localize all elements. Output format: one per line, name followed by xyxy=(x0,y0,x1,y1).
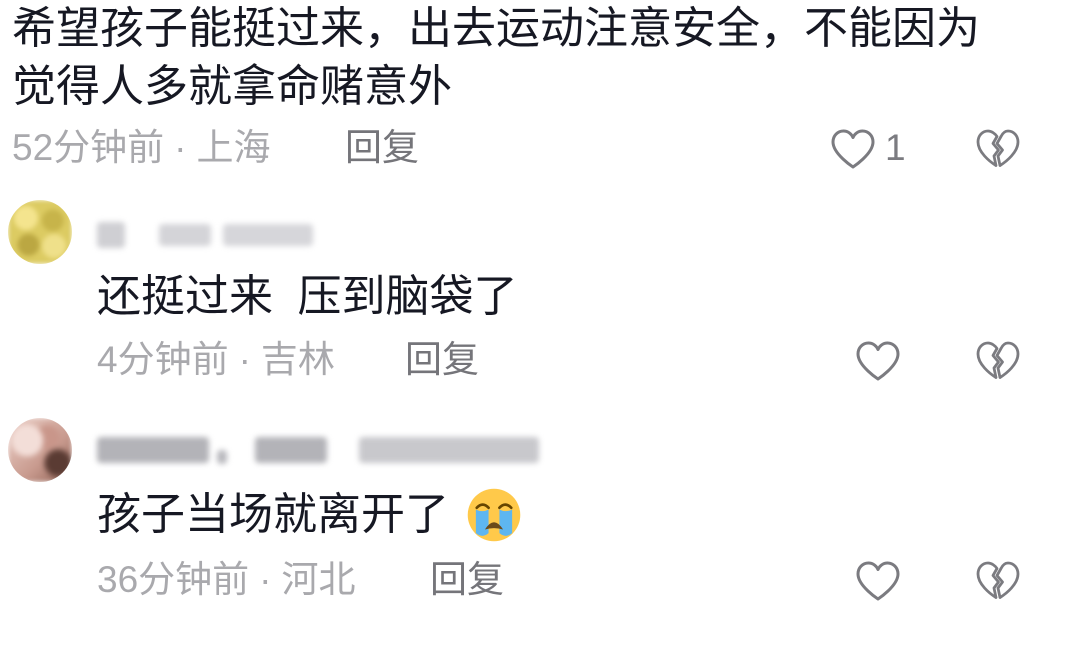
comment-time: 4分钟前 xyxy=(97,339,229,380)
broken-heart-icon xyxy=(976,561,1020,599)
comment-text: 孩子当场就离开了 xyxy=(97,490,449,539)
comment-meta: 36分钟前 · 河北 xyxy=(97,558,355,602)
comment-location: 上海 xyxy=(196,127,271,168)
meta-separator: · xyxy=(174,127,187,168)
reply-button[interactable]: 回复 xyxy=(405,338,479,382)
comment-time: 52分钟前 xyxy=(12,127,165,168)
comment-text: 还挺过来 压到脑袋了 xyxy=(97,272,518,321)
comment-list: 希望孩子能挺过来，出去运动注意安全，不能因为觉得人多就拿命赌意外 52分钟前 ·… xyxy=(0,0,1072,661)
comment-location: 吉林 xyxy=(260,339,335,380)
dislike-button[interactable] xyxy=(974,339,1022,383)
username-blurred[interactable] xyxy=(97,433,539,467)
meta-separator: · xyxy=(259,559,272,600)
comment-location: 河北 xyxy=(281,559,356,600)
comment-meta: 4分钟前 · 吉林 xyxy=(97,338,335,382)
like-button[interactable] xyxy=(854,559,902,603)
heart-outline-icon xyxy=(831,129,875,169)
avatar[interactable] xyxy=(8,200,72,264)
heart-outline-icon xyxy=(856,561,900,601)
like-count: 1 xyxy=(885,127,906,168)
username-blurred[interactable] xyxy=(97,218,313,252)
like-button[interactable] xyxy=(829,127,877,171)
meta-separator: · xyxy=(238,339,251,380)
username-blur-block xyxy=(97,437,209,463)
loudly-crying-face-icon xyxy=(467,488,521,542)
avatar[interactable] xyxy=(8,418,72,482)
dislike-button[interactable] xyxy=(974,559,1022,603)
username-blur-block xyxy=(223,224,313,246)
username-blur-block xyxy=(359,437,539,463)
avatar-image-blurred xyxy=(8,200,72,264)
like-button[interactable] xyxy=(854,339,902,383)
comment-body: 孩子当场就离开了 xyxy=(97,486,523,544)
dislike-button[interactable] xyxy=(974,127,1022,171)
username-blur-block xyxy=(97,222,125,248)
comment-meta: 52分钟前 · 上海 xyxy=(12,126,270,170)
heart-outline-icon xyxy=(856,341,900,381)
username-blur-block xyxy=(159,224,211,246)
reply-button[interactable]: 回复 xyxy=(430,558,504,602)
broken-heart-icon xyxy=(976,341,1020,379)
avatar-image-blurred xyxy=(8,418,72,482)
username-blur-block xyxy=(217,450,227,464)
reply-button[interactable]: 回复 xyxy=(345,126,419,170)
broken-heart-icon xyxy=(976,129,1020,167)
comment-time: 36分钟前 xyxy=(97,559,250,600)
comment-text: 希望孩子能挺过来，出去运动注意安全，不能因为觉得人多就拿命赌意外 xyxy=(12,4,980,111)
username-blur-block xyxy=(255,437,327,463)
